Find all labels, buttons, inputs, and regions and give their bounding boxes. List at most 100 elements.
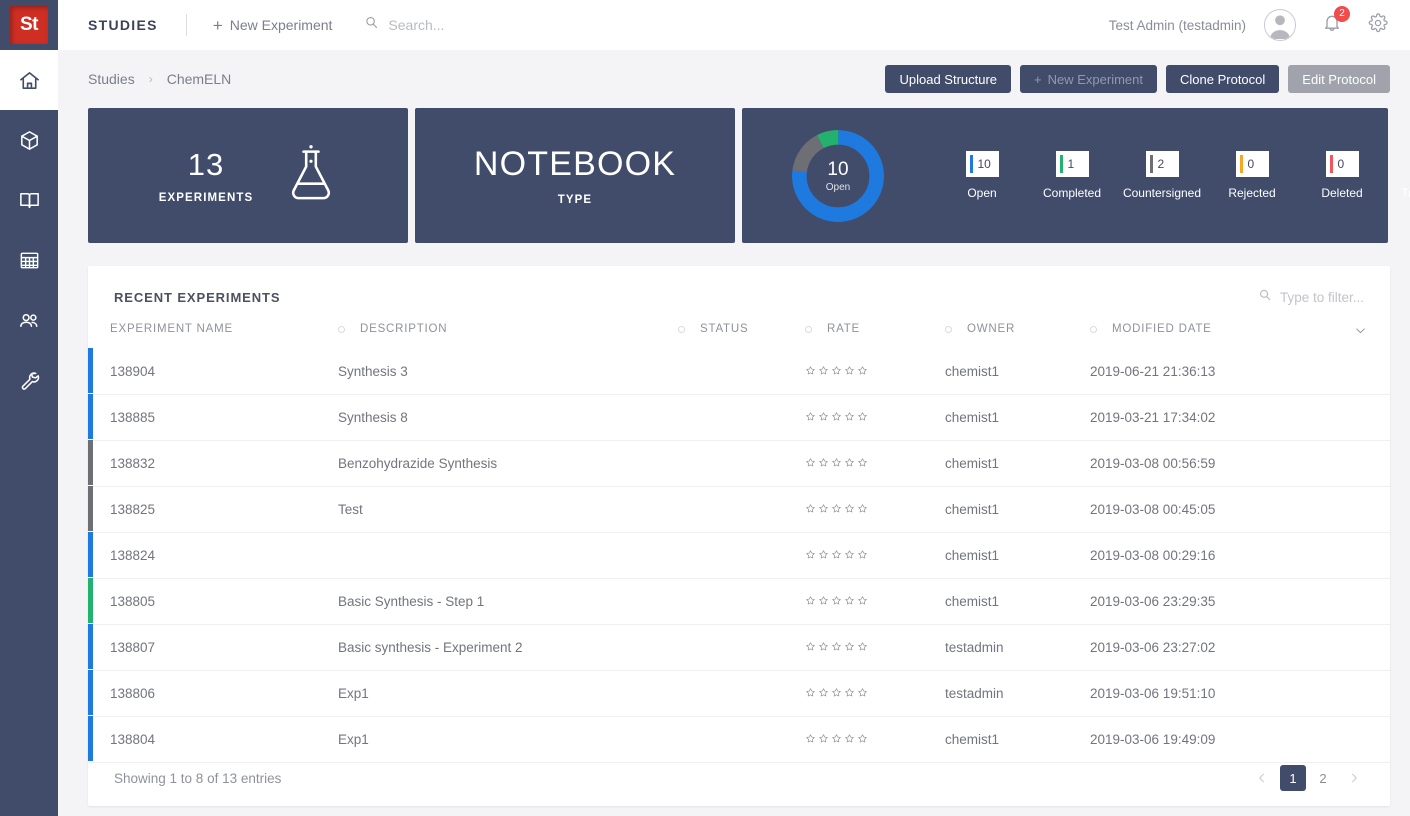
rating-stars[interactable] [805, 640, 945, 655]
star-icon[interactable] [831, 548, 842, 563]
rating-stars[interactable] [805, 502, 945, 517]
cell-rate[interactable] [805, 486, 945, 533]
cell-experiment-name[interactable]: 138885 [88, 394, 338, 441]
star-icon[interactable] [857, 456, 868, 471]
cell-experiment-name[interactable]: 138904 [88, 348, 338, 395]
cell-experiment-name[interactable]: 138832 [88, 440, 338, 487]
rating-stars[interactable] [805, 364, 945, 379]
column-header-description[interactable]: DESCRIPTION [338, 307, 678, 349]
star-icon[interactable] [818, 456, 829, 471]
star-icon[interactable] [831, 410, 842, 425]
star-icon[interactable] [818, 594, 829, 609]
star-icon[interactable] [844, 456, 855, 471]
star-icon[interactable] [818, 502, 829, 517]
legend-item-countersigned[interactable]: 2 Countersigned [1117, 151, 1207, 200]
cell-experiment-name[interactable]: 138807 [88, 624, 338, 671]
table-row[interactable]: 138805 Basic Synthesis - Step 1 chemist1 20… [88, 578, 1390, 625]
sidebar-item-inventory[interactable] [0, 110, 58, 170]
cell-experiment-name[interactable]: 138806 [88, 670, 338, 717]
cell-experiment-name[interactable]: 138825 [88, 486, 338, 533]
star-icon[interactable] [844, 640, 855, 655]
star-icon[interactable] [805, 640, 816, 655]
star-icon[interactable] [805, 548, 816, 563]
star-icon[interactable] [831, 456, 842, 471]
star-icon[interactable] [805, 732, 816, 747]
legend-item-completed[interactable]: 1 Completed [1027, 151, 1117, 200]
star-icon[interactable] [805, 502, 816, 517]
breadcrumb-item-studies[interactable]: Studies [88, 71, 135, 87]
table-row[interactable]: 138824 chemist1 2019-03-08 00:29:16 [88, 532, 1390, 579]
legend-item-deleted[interactable]: 0 Deleted [1297, 151, 1387, 200]
star-icon[interactable] [805, 410, 816, 425]
rating-stars[interactable] [805, 594, 945, 609]
column-header-experiment-name[interactable]: EXPERIMENT NAME [88, 307, 338, 349]
star-icon[interactable] [857, 548, 868, 563]
app-logo[interactable]: St [0, 0, 58, 50]
star-icon[interactable] [831, 686, 842, 701]
star-icon[interactable] [818, 732, 829, 747]
star-icon[interactable] [818, 640, 829, 655]
pagination-page-1[interactable]: 1 [1280, 765, 1306, 791]
star-icon[interactable] [831, 502, 842, 517]
legend-item-rejected[interactable]: 0 Rejected [1207, 151, 1297, 200]
star-icon[interactable] [844, 594, 855, 609]
pagination-next[interactable] [1340, 765, 1368, 791]
star-icon[interactable] [831, 640, 842, 655]
star-icon[interactable] [844, 502, 855, 517]
column-header-rate[interactable]: RATE [805, 307, 945, 349]
rating-stars[interactable] [805, 686, 945, 701]
star-icon[interactable] [844, 410, 855, 425]
star-icon[interactable] [857, 502, 868, 517]
column-header-modified-date[interactable]: MODIFIED DATE [1090, 307, 1390, 349]
search-input[interactable]: Search... [364, 15, 444, 35]
star-icon[interactable] [844, 732, 855, 747]
star-icon[interactable] [805, 364, 816, 379]
rating-stars[interactable] [805, 548, 945, 563]
cell-rate[interactable] [805, 349, 945, 395]
table-row[interactable]: 138904 Synthesis 3 chemist1 2019-06-21 21:3… [88, 348, 1390, 395]
new-experiment-button[interactable]: + New Experiment [1020, 65, 1158, 93]
sidebar-item-home[interactable] [0, 50, 58, 110]
table-row[interactable]: 138832 Benzohydrazide Synthesis chemist1 20… [88, 440, 1390, 487]
cell-rate[interactable] [805, 670, 945, 717]
rating-stars[interactable] [805, 410, 945, 425]
star-icon[interactable] [818, 410, 829, 425]
filter-input[interactable]: Type to filter... [1258, 288, 1364, 307]
star-icon[interactable] [857, 364, 868, 379]
star-icon[interactable] [844, 548, 855, 563]
sidebar-item-tables[interactable] [0, 230, 58, 290]
sidebar-item-users[interactable] [0, 290, 58, 350]
legend-item-transferred[interactable]: 0 Transferred [1387, 151, 1410, 200]
breadcrumb-item-chemeln[interactable]: ChemELN [167, 71, 232, 87]
rating-stars[interactable] [805, 456, 945, 471]
cell-rate[interactable] [805, 394, 945, 441]
star-icon[interactable] [805, 686, 816, 701]
star-icon[interactable] [857, 732, 868, 747]
star-icon[interactable] [844, 686, 855, 701]
star-icon[interactable] [818, 364, 829, 379]
star-icon[interactable] [805, 594, 816, 609]
column-header-status[interactable]: STATUS [678, 307, 805, 349]
avatar[interactable] [1264, 9, 1296, 41]
star-icon[interactable] [805, 456, 816, 471]
cell-rate[interactable] [805, 624, 945, 671]
edit-protocol-button[interactable]: Edit Protocol [1288, 65, 1390, 93]
sidebar-item-tools[interactable] [0, 350, 58, 410]
star-icon[interactable] [831, 732, 842, 747]
sidebar-item-notebook[interactable] [0, 170, 58, 230]
cell-experiment-name[interactable]: 138824 [88, 532, 338, 579]
settings-button[interactable] [1368, 12, 1388, 38]
star-icon[interactable] [857, 594, 868, 609]
pagination-page-2[interactable]: 2 [1310, 765, 1336, 791]
star-icon[interactable] [857, 686, 868, 701]
star-icon[interactable] [818, 686, 829, 701]
column-header-owner[interactable]: OWNER [945, 307, 1090, 349]
clone-protocol-button[interactable]: Clone Protocol [1166, 65, 1280, 93]
table-row[interactable]: 138806 Exp1 testadmin 2019-03-06 19:51:10 [88, 670, 1390, 717]
star-icon[interactable] [818, 548, 829, 563]
star-icon[interactable] [857, 410, 868, 425]
upload-structure-button[interactable]: Upload Structure [885, 65, 1012, 93]
star-icon[interactable] [831, 594, 842, 609]
table-row[interactable]: 138825 Test chemist1 2019-03-08 00:45:05 [88, 486, 1390, 533]
table-row[interactable]: 138807 Basic synthesis - Experiment 2 test… [88, 624, 1390, 671]
